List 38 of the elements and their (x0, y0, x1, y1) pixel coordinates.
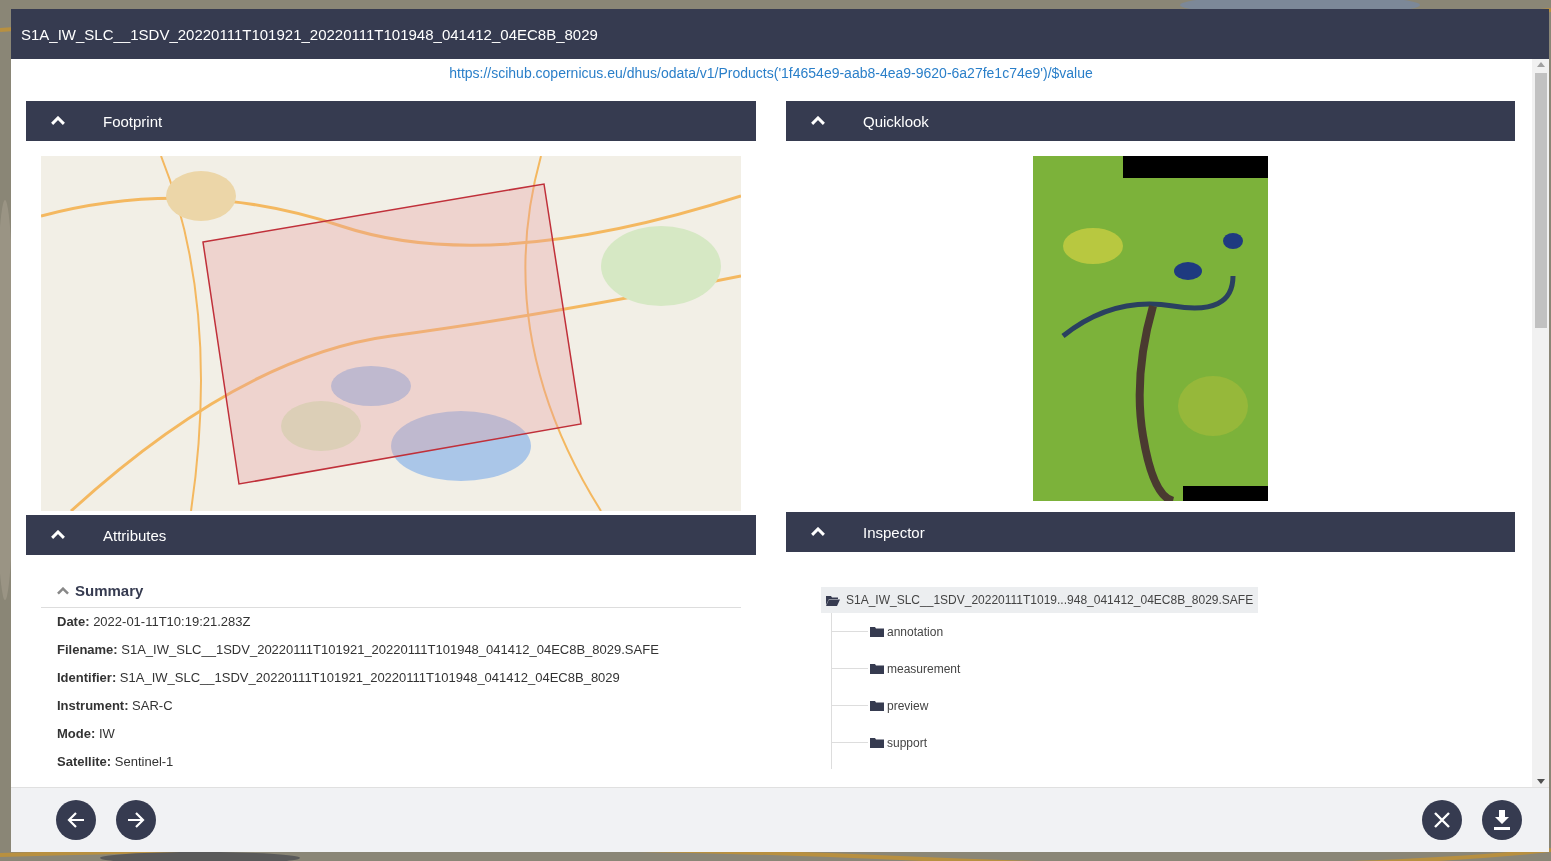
tree-item[interactable]: measurement (884, 659, 964, 678)
arrow-left-icon (66, 811, 86, 829)
scrollbar-thumb[interactable] (1534, 73, 1547, 328)
panel-title: Quicklook (863, 112, 929, 130)
download-icon (1493, 810, 1511, 830)
attribute-line: Instrument: SAR-C (56, 697, 174, 715)
panel-header[interactable]: Attributes (26, 515, 756, 555)
panel-header[interactable]: Quicklook (786, 101, 1515, 141)
panel-title: Inspector (863, 523, 925, 541)
open-folder-icon (826, 594, 840, 606)
download-button[interactable] (1482, 800, 1522, 840)
product-link[interactable]: https://scihub.copernicus.eu/dhus/odata/v1/Products('1f4654e9-aab8-4ea9-9620-6a27fe1c74e9')/$value (449, 65, 1093, 81)
folder-icon (870, 737, 884, 748)
attribute-line: Identifier: S1A_IW_SLC__1SDV_20220111T101921_20220111T101948_041412_04EC8B_8029 (56, 669, 621, 687)
summary-header[interactable]: Summary (41, 581, 741, 608)
close-icon (1433, 811, 1451, 829)
attribute-line: Filename: S1A_IW_SLC__1SDV_20220111T101921_20220111T101948_041412_04EC8B_8029.SAFE (56, 641, 660, 659)
tree-item[interactable]: S1A_IW_SLC__1SDV_20220111T1019...948_041412_04EC8B_8029.SAFE (821, 587, 1259, 613)
attribute-line: Satellite: Sentinel-1 (56, 753, 175, 771)
scroll-down-icon[interactable] (1536, 779, 1545, 784)
folder-icon (870, 626, 884, 637)
attribute-line: Mode: IW (56, 725, 116, 743)
tree-item[interactable]: preview (884, 696, 932, 715)
previous-button[interactable] (56, 800, 96, 840)
next-button[interactable] (116, 800, 156, 840)
close-button[interactable] (1422, 800, 1462, 840)
dialog-title: S1A_IW_SLC__1SDV_20220111T101921_20220111T101948_041412_04EC8B_8029 (21, 25, 598, 43)
tree-item[interactable]: support (884, 733, 931, 752)
panel-title: Footprint (103, 112, 163, 130)
tree-item[interactable]: annotation (884, 622, 947, 641)
arrow-right-icon (126, 811, 146, 829)
panel-title: Attributes (103, 526, 167, 544)
folder-icon (870, 700, 884, 711)
folder-icon (870, 663, 884, 674)
panel-header[interactable]: Footprint (26, 101, 756, 141)
attribute-line: Date: 2022-01-11T10:19:21.283Z (56, 613, 252, 631)
scrollbar[interactable] (1532, 59, 1549, 787)
panel-header[interactable]: Inspector (786, 512, 1515, 552)
